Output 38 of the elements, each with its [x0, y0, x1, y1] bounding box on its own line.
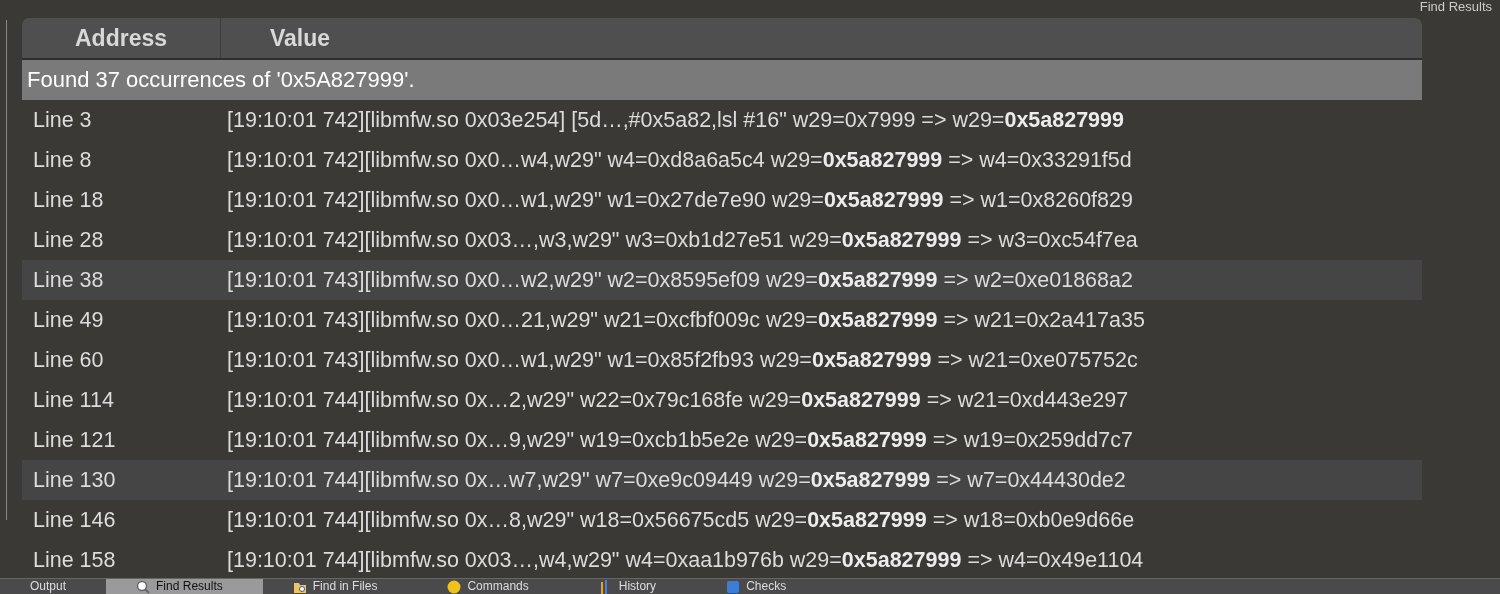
- line-number-cell-text: Line 114: [32, 387, 115, 413]
- panel-title: Find Results: [1419, 0, 1492, 16]
- result-text-cell: [19:10:01 744][libmfw.so 0x03…,w4,w29" w4=0xaa1b976b w29=0x5a827999 => w4=0x49e1104: [227, 547, 1144, 573]
- column-header[interactable]: Address: [22, 18, 221, 58]
- line-number-cell-text: Line 49: [32, 307, 105, 333]
- line-number-cell-text: Line 3: [32, 107, 93, 133]
- highlighted-row[interactable]: Line 38 [19:10:01 743][libmfw.so 0x0…w2,w29" w2=0x8595ef09 w29=0x5a827999 => w2=0xe01868a2: [22, 260, 1422, 300]
- square-icon: [726, 579, 741, 594]
- highlighted-row[interactable]: Line 130 [19:10:01 744][libmfw.so 0x…w7,w29" w7=0xe9c09449 w29=0x5a827999 => w7=0x44430de2: [22, 460, 1422, 500]
- panel-tab[interactable]: Find Results: [106, 579, 263, 594]
- result-text-cell: [19:10:01 744][libmfw.so 0x…8,w29" w18=0x56675cd5 w29=0x5a827999 => w18=0xb0e9d66e: [227, 507, 1135, 533]
- panel-tab[interactable]: Checks: [696, 579, 827, 594]
- line-number-cell-text: Line 18: [32, 187, 105, 213]
- result-text-cell: [19:10:01 744][libmfw.so 0x…9,w29" w19=0xcb1b5e2e w29=0x5a827999 => w19=0x259dd7c7: [227, 427, 1133, 453]
- column-header[interactable]: Value: [221, 18, 331, 58]
- line-number-cell-text: Line 28: [32, 227, 105, 253]
- line-number-cell-text: Line 8: [32, 147, 93, 173]
- result-text-cell: [19:10:01 743][libmfw.so 0x0…w1,w29" w1=0x85f2fb93 w29=0x5a827999 => w21=0xe075752c: [227, 347, 1138, 373]
- line-number-cell-text: Line 60: [32, 347, 105, 373]
- result-text-cell: [19:10:01 742][libmfw.so 0x03…,w3,w29" w3=0xb1d27e51 w29=0x5a827999 => w3=0xc54f7ea: [227, 227, 1138, 253]
- line-number-cell-text: Line 130: [32, 467, 117, 493]
- result-text-cell: [19:10:01 743][libmfw.so 0x0…w2,w29" w2=0x8595ef09 w29=0x5a827999 => w2=0xe01868a2: [227, 267, 1133, 293]
- result-text-cell: [19:10:01 744][libmfw.so 0x…2,w29" w22=0x79c168fe w29=0x5a827999 => w21=0xd443e297: [227, 387, 1129, 413]
- line-number-cell-text: Line 121: [32, 427, 117, 453]
- line-number-cell-text: Line 146: [32, 507, 117, 533]
- result-text-cell: [19:10:01 744][libmfw.so 0x…w7,w29" w7=0xe9c09449 w29=0x5a827999 => w7=0x44430de2: [227, 467, 1126, 493]
- line-number-cell-text: Line 38: [32, 267, 105, 293]
- result-text-cell: [19:10:01 742][libmfw.so 0x0…w1,w29" w1=0x27de7e90 w29=0x5a827999 => w1=0x8260f829: [227, 187, 1133, 213]
- result-text-cell: [19:10:01 743][libmfw.so 0x0…21,w29" w21=0xcfbf009c w29=0x5a827999 => w21=0x2a417a35: [227, 307, 1145, 333]
- search-icon: [136, 579, 151, 594]
- panel-tab[interactable]: Find in Files: [262, 579, 418, 594]
- panel-tab[interactable]: Output: [0, 579, 107, 594]
- summary-row: Found 37 occurrences of '0x5A827999'.: [22, 60, 1422, 100]
- panel-tab[interactable]: Commands: [417, 579, 569, 594]
- line-number-cell-text: Line 158: [32, 547, 117, 573]
- panel-tab[interactable]: History: [568, 579, 697, 594]
- result-text-cell: [19:10:01 742][libmfw.so 0x03e254] [5d…,#0x5a82,lsl #16" w29=0x7999 => w29=0x5a827999: [227, 107, 1124, 133]
- result-text-cell: [19:10:01 742][libmfw.so 0x0…w4,w29" w4=0xd8a6a5c4 w29=0x5a827999 => w4=0x33291f5d: [227, 147, 1132, 173]
